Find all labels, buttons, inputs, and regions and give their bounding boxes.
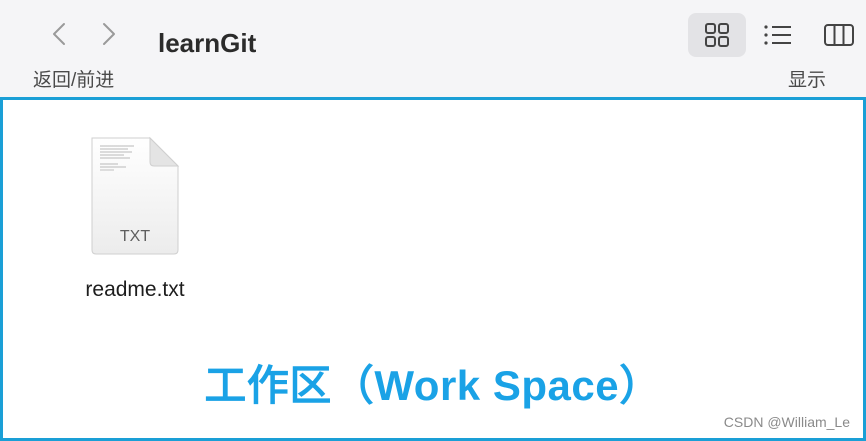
file-type-label: TXT [119,228,151,245]
column-view-button[interactable] [812,13,866,57]
file-item[interactable]: TXT readme.txt [58,134,212,306]
watermark: CSDN @William_Le [723,414,850,430]
chevron-left-icon [53,23,65,45]
list-icon [764,25,791,45]
nav-caption: 返回/前进 [33,70,115,91]
window-title: learnGit [158,28,257,58]
chevron-right-icon [103,23,115,45]
file-name: readme.txt [85,278,185,301]
list-view-button[interactable] [758,13,798,57]
grid-icon [705,23,729,47]
columns-icon [824,24,854,46]
finder-toolbar: learnGit 返回/前进 显示 [0,0,866,97]
view-caption: 显示 [788,70,827,91]
workspace-label: 工作区（Work Space） [204,362,662,409]
forward-button[interactable] [94,18,124,50]
back-button[interactable] [44,18,74,50]
icon-view-button[interactable] [688,13,746,57]
